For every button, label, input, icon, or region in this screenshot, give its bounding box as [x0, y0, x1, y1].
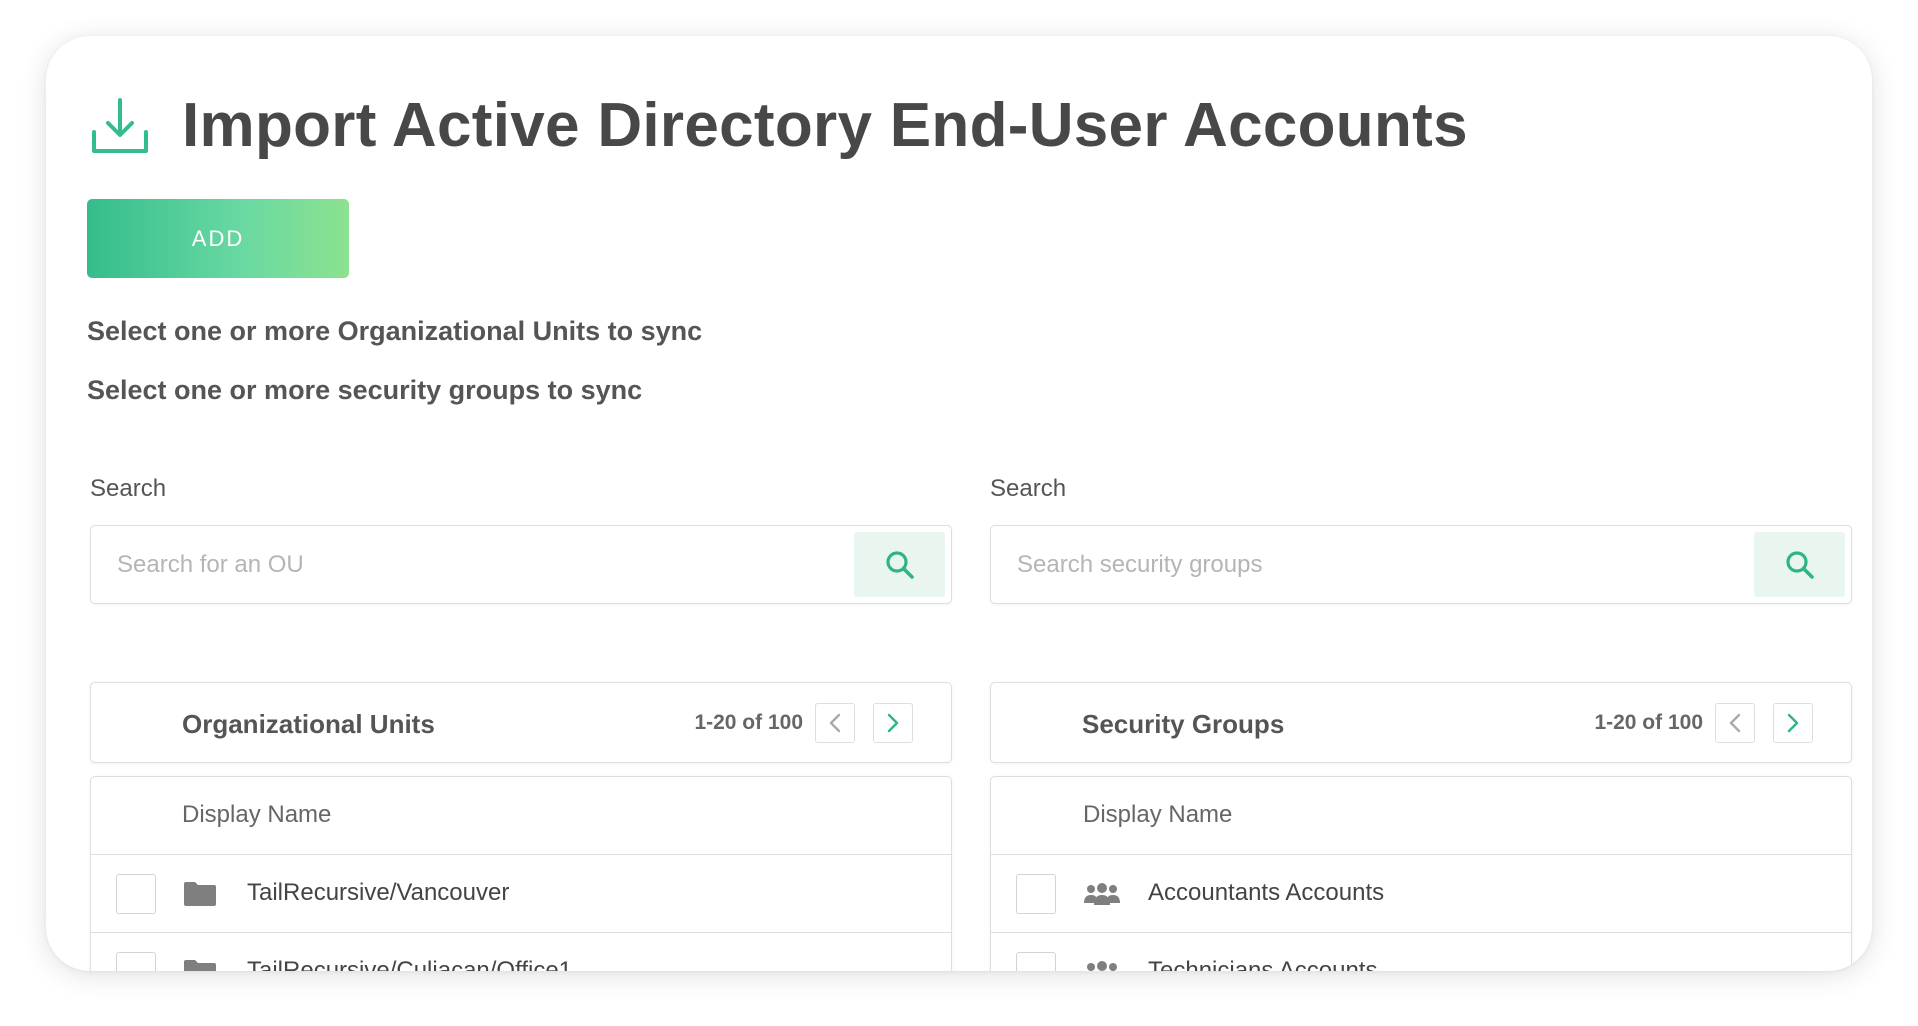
table-row[interactable]: TailRecursive/Culiacan/Office1 — [91, 933, 951, 971]
sg-list-header: Security Groups 1-20 of 100 — [990, 682, 1852, 763]
sg-table: Display Name Accountants Accounts Techni… — [990, 776, 1852, 971]
ou-list-header: Organizational Units 1-20 of 100 — [90, 682, 952, 763]
ou-display-name-header: Display Name — [182, 801, 332, 828]
chevron-left-icon — [1729, 713, 1741, 733]
sg-next-page-button[interactable] — [1773, 703, 1813, 743]
row-checkbox[interactable] — [1016, 952, 1056, 971]
page-header: Import Active Directory End-User Account… — [90, 90, 1468, 161]
sg-search-box — [990, 525, 1852, 604]
download-icon — [92, 97, 148, 153]
sg-search-label: Search — [990, 475, 1067, 502]
table-row[interactable]: Accountants Accounts — [991, 855, 1851, 933]
row-checkbox[interactable] — [1016, 874, 1056, 914]
sg-search-input[interactable] — [992, 527, 1752, 602]
sg-prev-page-button[interactable] — [1715, 703, 1755, 743]
folder-icon — [184, 882, 216, 906]
row-label: Technicians Accounts — [1148, 957, 1378, 971]
users-icon — [1087, 961, 1117, 971]
ou-search-label: Search — [90, 475, 167, 502]
ou-pager-text: 1-20 of 100 — [694, 711, 803, 734]
row-checkbox[interactable] — [116, 874, 156, 914]
ou-prev-page-button[interactable] — [815, 703, 855, 743]
sg-search-button[interactable] — [1754, 532, 1845, 597]
sg-display-name-header: Display Name — [1083, 801, 1233, 828]
search-icon — [1785, 550, 1814, 579]
ou-list-title: Organizational Units — [182, 709, 435, 739]
ou-search-button[interactable] — [854, 532, 945, 597]
folder-icon — [184, 960, 216, 971]
groups-instruction: Select one or more security groups to sy… — [87, 375, 643, 405]
import-card: Import Active Directory End-User Account… — [46, 36, 1872, 971]
sg-pager-text: 1-20 of 100 — [1594, 711, 1703, 734]
sg-list-title: Security Groups — [1082, 709, 1285, 739]
ou-table-header: Display Name — [91, 777, 951, 855]
ou-search-box — [90, 525, 952, 604]
ou-instruction: Select one or more Organizational Units … — [87, 316, 703, 346]
row-label: TailRecursive/Vancouver — [247, 879, 510, 906]
table-row[interactable]: TailRecursive/Vancouver — [91, 855, 951, 933]
search-icon — [885, 550, 914, 579]
chevron-right-icon — [1787, 713, 1799, 733]
users-icon — [1084, 883, 1120, 905]
add-button[interactable]: ADD — [87, 199, 349, 278]
row-label: Accountants Accounts — [1148, 879, 1385, 906]
page-title: Import Active Directory End-User Account… — [182, 91, 1468, 160]
ou-table: Display Name TailRecursive/Vancouver Tai… — [90, 776, 952, 971]
table-row[interactable]: Technicians Accounts — [991, 933, 1851, 971]
sg-table-header: Display Name — [991, 777, 1851, 855]
ou-next-page-button[interactable] — [873, 703, 913, 743]
ou-search-input[interactable] — [92, 527, 852, 602]
chevron-left-icon — [829, 713, 841, 733]
row-label: TailRecursive/Culiacan/Office1 — [247, 957, 573, 971]
row-checkbox[interactable] — [116, 952, 156, 971]
chevron-right-icon — [887, 713, 899, 733]
